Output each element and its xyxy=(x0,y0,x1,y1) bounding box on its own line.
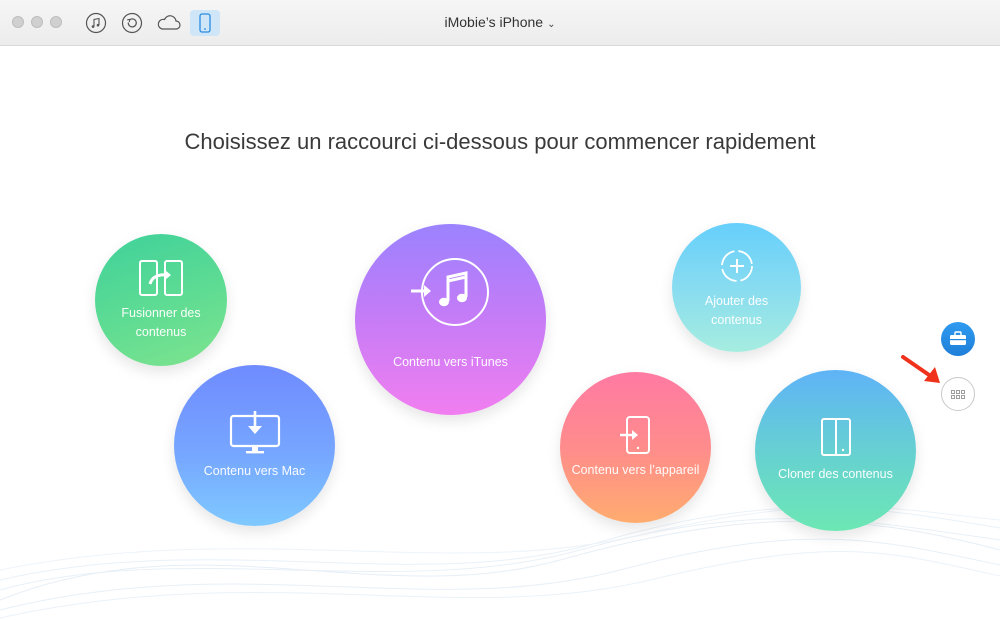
content-to-itunes-label: Contenu vers iTunes xyxy=(393,355,508,369)
briefcase-icon xyxy=(950,331,966,345)
clone-icon xyxy=(820,418,851,456)
mac-download-icon xyxy=(229,411,280,454)
chevron-down-icon: ⌄ xyxy=(547,19,556,30)
device-selector[interactable]: iMobie’s iPhone ⌄ xyxy=(0,14,1000,30)
main-panel: Choisissez un raccourci ci-dessous pour … xyxy=(0,47,1000,620)
toolkit-button[interactable] xyxy=(941,322,975,356)
add-content-label: Ajouter des contenus xyxy=(704,293,769,327)
page-title: Choisissez un raccourci ci-dessous pour … xyxy=(184,129,816,154)
device-name: iMobie’s iPhone xyxy=(444,14,544,30)
merge-content-button[interactable]: Fusionner des contenus xyxy=(95,234,227,366)
add-icon xyxy=(720,249,753,282)
grid-icon xyxy=(951,389,965,399)
title-bar: iMobie’s iPhone ⌄ xyxy=(0,0,1000,46)
content-to-itunes-button[interactable]: Contenu vers iTunes xyxy=(355,224,546,415)
content-to-device-button[interactable]: Contenu vers l’appareil xyxy=(560,372,711,523)
merge-content-label: Fusionner des contenus xyxy=(121,306,201,339)
content-to-device-label: Contenu vers l’appareil xyxy=(571,463,700,477)
to-device-icon xyxy=(619,416,650,454)
content-to-mac-button[interactable]: Contenu vers Mac xyxy=(174,365,335,526)
merge-icon xyxy=(139,260,183,296)
itunes-icon xyxy=(410,258,489,326)
add-content-button[interactable]: Ajouter des contenus xyxy=(672,223,801,352)
content-to-mac-label: Contenu vers Mac xyxy=(203,464,306,478)
grid-view-button[interactable] xyxy=(941,377,975,411)
clone-content-label: Cloner des contenus xyxy=(778,467,893,481)
red-arrow xyxy=(901,355,940,383)
clone-content-button[interactable]: Cloner des contenus xyxy=(755,370,916,531)
